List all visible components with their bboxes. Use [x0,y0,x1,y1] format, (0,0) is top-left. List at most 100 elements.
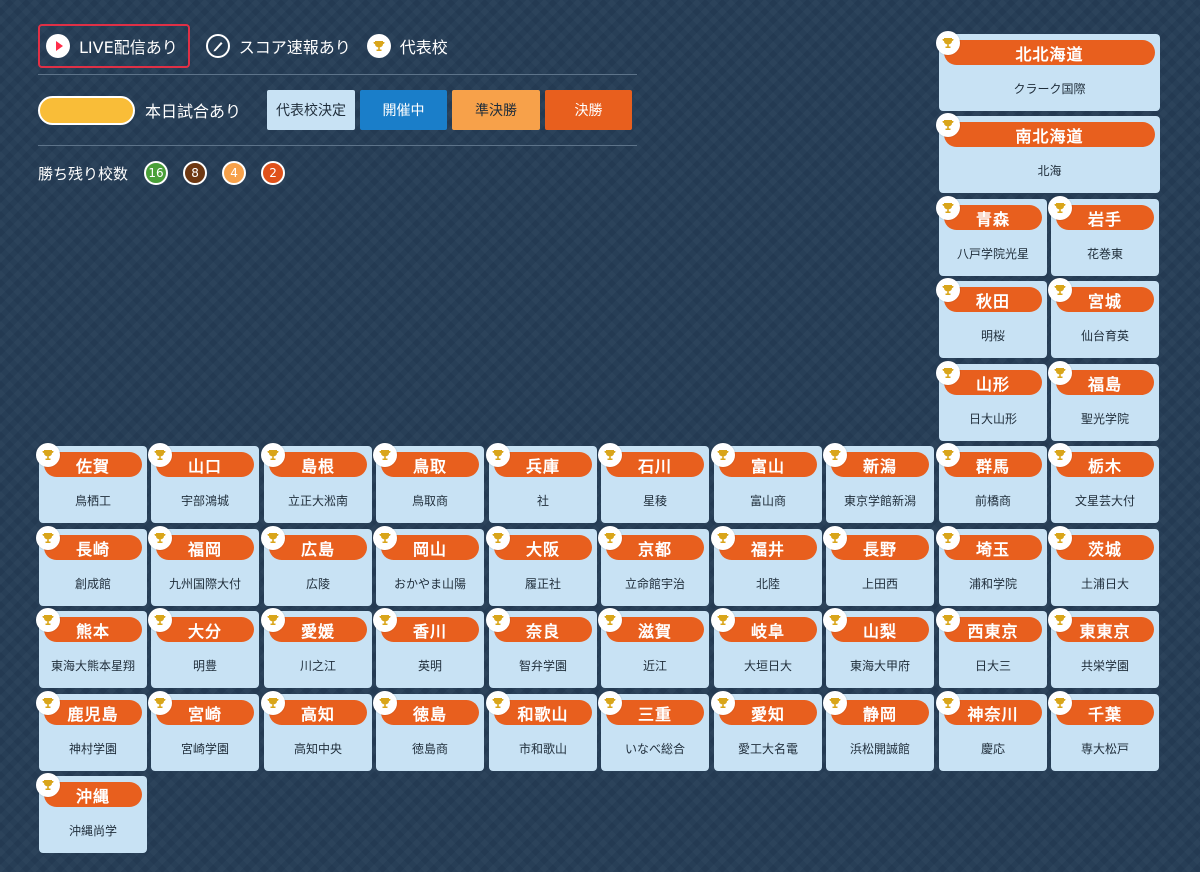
school-name: 東京学館新潟 [843,494,916,508]
prefecture-tile[interactable]: 岡山 おかやま山陽 [373,526,484,606]
prefecture-tile[interactable]: 山形 日大山形 [936,361,1047,441]
prefecture-tile[interactable]: 鹿児島 神村学園 [36,691,147,771]
trophy-icon [598,443,622,467]
school-name: 浦和学院 [968,577,1017,591]
prefecture-tile[interactable]: 青森 八戸学院光星 [936,196,1047,276]
prefecture-tile[interactable]: 岩手 花巻東 [1048,196,1159,276]
school-name: 専大松戸 [1080,742,1129,756]
prefecture-tile[interactable]: 熊本 東海大熊本星翔 [36,608,147,688]
prefecture-tile[interactable]: 滋賀 近江 [598,608,709,688]
prefecture-tile[interactable]: 福島 聖光学院 [1048,361,1159,441]
prefecture-tile[interactable]: 徳島 徳島商 [373,691,484,771]
prefecture-tile[interactable]: 南北海道 北海 [936,113,1160,193]
prefecture-tile[interactable]: 千葉 専大松戸 [1048,691,1159,771]
prefecture-tile[interactable]: 和歌山 市和歌山 [486,691,597,771]
school-name: 明豊 [192,659,217,673]
prefecture-tile[interactable]: 大分 明豊 [148,608,259,688]
prefecture-tile[interactable]: 宮崎 宮崎学園 [148,691,259,771]
play-icon [46,34,70,58]
school-name: 東海大熊本星翔 [50,659,135,673]
live-filter-button[interactable]: LIVE配信あり [38,24,190,68]
school-name: 近江 [642,659,667,673]
prefecture-tile[interactable]: 京都 立命館宇治 [598,526,709,606]
prefecture-tile[interactable]: 奈良 智弁学園 [486,608,597,688]
trophy-icon [711,608,735,632]
prefecture-tile[interactable]: 山口 宇部鴻城 [148,443,259,523]
trophy-icon [711,443,735,467]
school-name: 富山商 [749,494,786,508]
trophy-icon [1048,278,1072,302]
school-name: 履正社 [524,577,561,591]
prefecture-tile[interactable]: 兵庫社 [486,443,597,523]
prefecture-tile[interactable]: 福井 北陸 [711,526,822,606]
prefecture-tile[interactable]: 西東京 日大三 [936,608,1047,688]
trophy-icon [1048,361,1072,385]
prefecture-tile[interactable]: 栃木 文星芸大付 [1048,443,1159,523]
trophy-icon [373,443,397,467]
prefecture-tile[interactable]: 茨城 土浦日大 [1048,526,1159,606]
trophy-icon [823,608,847,632]
school-name: 広陵 [305,577,330,591]
prefecture-tile[interactable]: 宮城 仙台育英 [1048,278,1159,358]
prefecture-tile[interactable]: 高知 高知中央 [261,691,372,771]
score-label: スコア速報あり [238,38,351,57]
prefecture-tile[interactable]: 沖縄 沖縄尚学 [36,773,147,853]
prefecture-tile[interactable]: 香川 英明 [373,608,484,688]
school-name: 愛工大名電 [737,742,798,756]
prefecture-tile[interactable]: 鳥取 鳥取商 [373,443,484,523]
prefecture-tile[interactable]: 石川 星稜 [598,443,709,523]
school-name: 八戸学院光星 [956,247,1029,261]
prefecture-tile[interactable]: 静岡 浜松開誠館 [823,691,934,771]
prefecture-tile[interactable]: 東東京 共栄学園 [1048,608,1159,688]
pen-icon [205,34,230,58]
trophy-icon [1048,608,1072,632]
school-name: 文星芸大付 [1074,494,1135,508]
prefecture-tile[interactable]: 長崎 創成館 [36,526,147,606]
school-name: 北陸 [755,577,780,591]
trophy-icon [823,691,847,715]
school-name: 共栄学園 [1080,659,1129,673]
prefecture-tile[interactable]: 大阪 履正社 [486,526,597,606]
prefecture-tile[interactable]: 愛知 愛工大名電 [711,691,822,771]
legend-remaining: 勝ち残り校数 16 8 4 2 [38,161,300,185]
remaining-16-badge: 16 [144,161,169,185]
trophy-icon [936,443,960,467]
rep-label: 代表校 [399,38,448,57]
trophy-icon [373,526,397,550]
prefecture-tile[interactable]: 島根 立正大淞南 [261,443,372,523]
trophy-icon [261,526,285,550]
school-name: 立命館宇治 [624,577,685,591]
prefecture-tile[interactable]: 広島 広陵 [261,526,372,606]
prefecture-tile[interactable]: 岐阜 大垣日大 [711,608,822,688]
divider [38,145,637,146]
trophy-icon [936,361,960,385]
school-name: 上田西 [861,577,898,591]
trophy-icon [823,526,847,550]
prefecture-tile[interactable]: 佐賀 鳥栖工 [36,443,147,523]
school-name: 宇部鴻城 [180,494,229,508]
trophy-icon [598,526,622,550]
prefecture-tile[interactable]: 愛媛 川之江 [261,608,372,688]
prefecture-tile[interactable]: 富山 富山商 [711,443,822,523]
prefecture-tile[interactable]: 群馬 前橋商 [936,443,1047,523]
prefecture-tile[interactable]: 長野 上田西 [823,526,934,606]
trophy-icon [936,196,960,220]
trophy-icon [936,31,960,55]
prefecture-tile[interactable]: 山梨 東海大甲府 [823,608,934,688]
trophy-icon [148,691,172,715]
legend-top: LIVE配信あり スコア速報あり 代表校 [38,24,448,68]
prefecture-tile[interactable]: 福岡 九州国際大付 [148,526,259,606]
school-name: 英明 [417,659,442,673]
prefecture-name: 北北海道 [944,40,1155,65]
prefecture-tile[interactable]: 北北海道 クラーク国際 [936,31,1160,111]
school-name: 花巻東 [1086,247,1123,261]
prefecture-tile[interactable]: 埼玉 浦和学院 [936,526,1047,606]
prefecture-tile[interactable]: 秋田 明桜 [936,278,1047,358]
prefecture-tile[interactable]: 三重 いなべ総合 [598,691,709,771]
prefecture-tile[interactable]: 神奈川 慶応 [936,691,1047,771]
prefecture-tile[interactable]: 新潟 東京学館新潟 [823,443,934,523]
school-name: 神村学園 [68,742,117,756]
trophy-icon [261,608,285,632]
trophy-icon [373,608,397,632]
school-name: 浜松開誠館 [849,742,910,756]
